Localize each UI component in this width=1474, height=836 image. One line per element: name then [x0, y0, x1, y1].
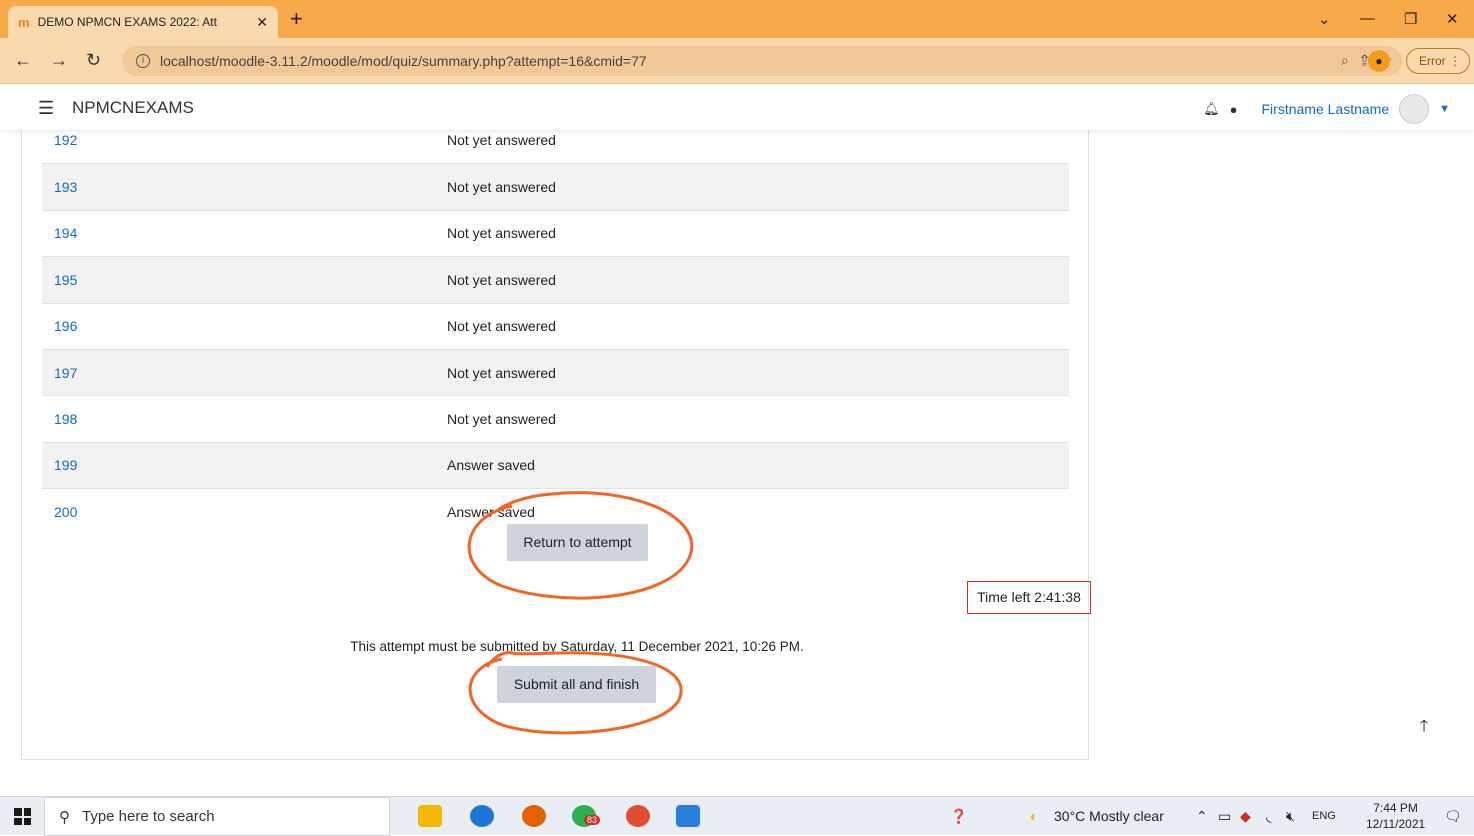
summary-row: 199 Answer saved [42, 441, 1069, 489]
battery-icon[interactable]: ▭ [1218, 808, 1231, 825]
file-explorer-icon[interactable] [418, 805, 442, 827]
question-number-link[interactable]: 198 [42, 411, 447, 427]
browser-tab[interactable]: m DEMO NPMCN EXAMS 2022: Att ✕ [8, 6, 278, 38]
question-status: Answer saved [447, 457, 535, 474]
close-window-icon[interactable]: ✕ [1446, 10, 1459, 28]
error-button[interactable]: Error ⋮ [1406, 48, 1470, 74]
summary-row: 194 Not yet answered [42, 209, 1069, 256]
summary-row: 197 Not yet answered [42, 348, 1069, 396]
question-status: Not yet answered [447, 225, 556, 242]
close-tab-icon[interactable]: ✕ [256, 14, 268, 31]
whatsapp-badge: 83 [584, 815, 601, 825]
question-number-link[interactable]: 192 [42, 132, 447, 148]
quiz-timer: Time left 2:41:38 [967, 581, 1091, 614]
back-to-top-icon[interactable]: 🡑 [1406, 710, 1442, 746]
reload-icon[interactable]: ↻ [86, 50, 101, 70]
summary-row: 193 Not yet answered [42, 163, 1069, 210]
question-status: Answer saved [447, 503, 535, 520]
page-content: 192 Not yet answered 193 Not yet answered 19… [0, 130, 1474, 796]
url-text: localhost/moodle-3.11.2/moodle/mod/quiz/… [160, 53, 647, 69]
language-indicator[interactable]: ENG [1312, 810, 1336, 822]
taskbar-search-input[interactable]: ⚲ Type here to search [44, 797, 390, 836]
weather-icon: ◐ [1030, 808, 1039, 824]
question-number-link[interactable]: 197 [42, 365, 447, 381]
windows-start-icon[interactable] [14, 808, 31, 825]
moodle-favicon-icon: m [18, 14, 30, 30]
tab-title: DEMO NPMCN EXAMS 2022: Att [37, 15, 217, 29]
question-status: Not yet answered [447, 271, 556, 288]
wifi-icon[interactable]: ◟ [1266, 808, 1271, 825]
summary-row: 192 Not yet answered [42, 130, 1069, 163]
help-icon[interactable]: ❓ [950, 808, 967, 825]
question-status: Not yet answered [447, 364, 556, 381]
question-status: Not yet answered [447, 132, 556, 149]
new-tab-icon[interactable]: + [290, 8, 303, 30]
question-status: Not yet answered [447, 179, 556, 196]
clock-date: 12/11/2021 [1366, 817, 1426, 831]
photos-icon[interactable] [676, 805, 700, 827]
submit-all-and-finish-button[interactable]: Submit all and finish [497, 666, 656, 703]
address-bar[interactable]: i localhost/moodle-3.11.2/moodle/mod/qui… [122, 46, 1402, 76]
return-to-attempt-button[interactable]: Return to attempt [507, 524, 648, 561]
browser-toolbar: ← → ↻ i localhost/moodle-3.11.2/moodle/m… [0, 38, 1474, 84]
network-app-icon[interactable]: ◆ [1240, 808, 1251, 825]
quiz-summary-card: 192 Not yet answered 193 Not yet answered 19… [21, 130, 1091, 760]
weather-text[interactable]: 30°C Mostly clear [1054, 808, 1164, 824]
tab-search-chevron-icon[interactable]: ⌄ [1318, 10, 1331, 28]
summary-row: 196 Not yet answered [42, 302, 1069, 349]
user-name[interactable]: Firstname Lastname [1262, 101, 1390, 117]
avatar[interactable] [1399, 94, 1430, 124]
chrome-icon[interactable] [626, 805, 650, 827]
question-status: Not yet answered [447, 318, 556, 335]
question-number-link[interactable]: 199 [42, 457, 447, 473]
question-number-link[interactable]: 195 [42, 272, 447, 288]
restore-icon[interactable]: ❐ [1404, 10, 1417, 28]
summary-table: 192 Not yet answered 193 Not yet answered 19… [42, 130, 1069, 535]
tray-chevron-up-icon[interactable]: ⌃ [1196, 808, 1208, 825]
moodle-navbar: ☰ NPMCNEXAMS 🔔︎ ● Firstname Lastname ▼ [0, 84, 1474, 130]
minimize-icon[interactable]: — [1360, 10, 1375, 27]
menu-toggle-icon[interactable]: ☰ [38, 98, 54, 119]
question-number-link[interactable]: 194 [42, 225, 447, 241]
summary-row: 198 Not yet answered [42, 395, 1069, 441]
back-icon[interactable]: ← [14, 50, 32, 70]
user-nav: 🔔︎ ● Firstname Lastname ▼ [1203, 94, 1450, 124]
forward-icon[interactable]: → [50, 50, 68, 70]
site-info-icon[interactable]: i [136, 54, 150, 68]
taskbar-clock[interactable]: 7:44 PM 12/11/2021 [1366, 800, 1425, 832]
firefox-icon[interactable] [522, 805, 546, 827]
notification-bell-icon[interactable]: 🔔︎ [1203, 101, 1220, 117]
volume-muted-icon[interactable]: 🔇︎ [1286, 808, 1295, 825]
messages-icon[interactable]: ● [1230, 102, 1238, 117]
deadline-text: This attempt must be submitted by Saturd… [350, 639, 804, 654]
site-name[interactable]: NPMCNEXAMS [72, 98, 194, 118]
question-number-link[interactable]: 196 [42, 318, 447, 334]
question-number-link[interactable]: 200 [42, 504, 447, 520]
question-number-link[interactable]: 193 [42, 179, 447, 195]
notification-center-icon[interactable]: 🗨 [1444, 808, 1462, 825]
summary-row: 195 Not yet answered [42, 256, 1069, 303]
windows-taskbar: ⚲ Type here to search 83 ❓ ◐ 30°C Mostly… [0, 796, 1474, 836]
edge-icon[interactable] [470, 805, 494, 827]
whatsapp-icon[interactable]: 83 [572, 805, 601, 827]
question-status: Not yet answered [447, 411, 556, 428]
profile-icon[interactable]: ● [1368, 50, 1390, 72]
search-placeholder: Type here to search [82, 808, 215, 825]
search-icon: ⚲ [59, 808, 70, 826]
clock-time: 7:44 PM [1373, 801, 1418, 815]
chevron-down-icon[interactable]: ▼ [1439, 103, 1450, 115]
browser-tab-bar: m DEMO NPMCN EXAMS 2022: Att ✕ + ⌄ — ❐ ✕ [0, 0, 1474, 38]
